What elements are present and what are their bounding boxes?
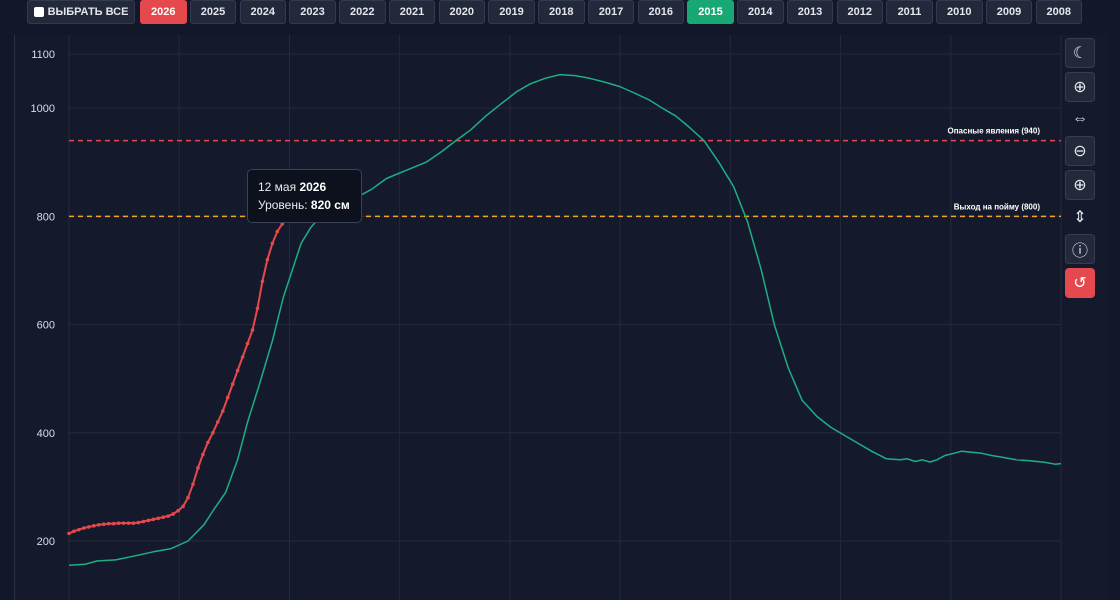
- data-point-2026: [191, 482, 195, 486]
- tooltip-year: 2026: [299, 180, 327, 194]
- data-point-2026: [156, 516, 161, 521]
- year-filter-bar: ВЫБРАТЬ ВСЕ 2026 2025 2024 2023 2022 2021 2020 2…: [0, 0, 1120, 26]
- data-point-2026: [201, 452, 205, 457]
- data-point-2026: [250, 328, 255, 332]
- zoom-in-icon[interactable]: ⊕: [1065, 72, 1095, 102]
- data-point-2026: [240, 355, 245, 359]
- threshold-label: Опасные явления (940): [947, 127, 1040, 136]
- data-point-2026: [131, 521, 136, 525]
- year-button-2024[interactable]: 2024: [239, 0, 286, 24]
- data-point-2026: [211, 430, 215, 435]
- year-button-2023[interactable]: 2023: [289, 0, 336, 24]
- year-button-2017[interactable]: 2017: [587, 0, 635, 24]
- year-button-2010[interactable]: 2010: [936, 0, 983, 24]
- tooltip-level-value: 820 см: [310, 198, 350, 212]
- data-point-2026: [186, 495, 190, 500]
- data-point-2026: [87, 525, 91, 529]
- year-button-2012[interactable]: 2012: [836, 0, 883, 24]
- pan-vertical-icon[interactable]: ⇕: [1065, 204, 1095, 230]
- select-all-label: ВЫБРАТЬ ВСЕ: [47, 6, 129, 18]
- data-point-2026: [216, 420, 220, 424]
- data-point-2026: [121, 521, 126, 525]
- level-chart: 200 400 600 800 1000 1100 Опасные явления (940…: [31, 35, 1062, 600]
- data-point-2026: [141, 519, 146, 524]
- tooltip-level-label: Уровень:: [258, 198, 308, 212]
- year-button-2009[interactable]: 2009: [985, 0, 1033, 24]
- data-point-2026: [92, 524, 96, 528]
- data-point-2026: [136, 520, 141, 525]
- data-point-2026: [220, 409, 225, 413]
- data-point-2026: [82, 526, 86, 530]
- data-point-2026: [171, 512, 175, 516]
- data-point-2026: [260, 279, 265, 284]
- info-icon[interactable]: ⓘ: [1065, 234, 1095, 264]
- data-point-2026: [146, 518, 151, 523]
- data-point-2026: [77, 527, 81, 532]
- data-point-2026: [151, 517, 156, 522]
- data-point-2026: [161, 515, 166, 519]
- moon-icon[interactable]: ☾: [1065, 38, 1095, 68]
- data-point-2026: [265, 257, 270, 262]
- chart-toolbar: ☾ ⊕ ⇔ ⊖ ⊕ ⇕ ⓘ ↺: [1062, 38, 1098, 302]
- year-button-2011[interactable]: 2011: [886, 0, 933, 24]
- year-button-2019[interactable]: 2019: [488, 0, 535, 24]
- data-point-2026: [181, 504, 185, 509]
- year-button-2025[interactable]: 2025: [189, 0, 237, 24]
- year-button-2015[interactable]: 2015: [687, 0, 734, 24]
- data-point-2026: [275, 229, 280, 234]
- chart-tooltip: 12 мая 2026 Уровень: 820 см: [247, 169, 362, 223]
- year-button-2016[interactable]: 2016: [637, 0, 684, 24]
- year-button-2008[interactable]: 2008: [1035, 0, 1082, 24]
- data-point-2026: [101, 522, 106, 527]
- series-line-2026: [68, 204, 304, 535]
- select-all-button[interactable]: ВЫБРАТЬ ВСЕ: [27, 0, 135, 24]
- y-tick-label: 1000: [31, 103, 55, 115]
- data-point-2026: [206, 440, 210, 445]
- data-point-2026: [72, 529, 76, 534]
- y-tick-label: 200: [37, 536, 55, 548]
- y-tick-label: 600: [37, 320, 55, 332]
- y-tick-label: 800: [37, 211, 55, 223]
- data-point-2026: [196, 466, 200, 470]
- select-all-checkbox[interactable]: [33, 7, 44, 17]
- year-button-2018[interactable]: 2018: [538, 0, 585, 24]
- data-point-2026: [116, 521, 121, 525]
- zoom-out-icon[interactable]: ⊖: [1065, 136, 1095, 166]
- threshold-label: Выход на пойму (800): [954, 202, 1041, 211]
- data-point-2026: [176, 508, 180, 513]
- year-button-2026[interactable]: 2026: [140, 0, 187, 24]
- data-point-2026: [230, 382, 235, 386]
- data-point-2026: [245, 341, 250, 346]
- data-point-2026: [255, 306, 260, 311]
- year-button-2022[interactable]: 2022: [339, 0, 386, 24]
- data-point-2026: [96, 522, 101, 527]
- series-line-2015: [68, 73, 1062, 567]
- y-tick-label: 400: [37, 428, 55, 440]
- zoom-in-icon[interactable]: ⊕: [1065, 170, 1095, 200]
- chart-panel: 200 400 600 800 1000 1100 Опасные явления (940…: [14, 35, 1107, 600]
- pan-horizontal-icon[interactable]: ⇔: [1065, 106, 1095, 132]
- year-button-2014[interactable]: 2014: [737, 0, 784, 24]
- year-button-2021[interactable]: 2021: [388, 0, 436, 24]
- data-point-2026: [126, 521, 131, 525]
- data-point-2026: [67, 531, 71, 536]
- reset-icon[interactable]: ↺: [1065, 268, 1095, 298]
- data-point-2026: [235, 368, 240, 373]
- y-tick-label: 1100: [31, 49, 55, 61]
- year-button-2020[interactable]: 2020: [438, 0, 485, 24]
- data-point-2026: [225, 395, 230, 400]
- data-point-2026: [106, 521, 111, 526]
- data-point-2026: [166, 514, 170, 518]
- year-button-2013[interactable]: 2013: [786, 0, 834, 24]
- data-point-2026: [111, 521, 116, 526]
- tooltip-date: 12 мая: [258, 180, 297, 194]
- data-point-2026: [270, 241, 275, 246]
